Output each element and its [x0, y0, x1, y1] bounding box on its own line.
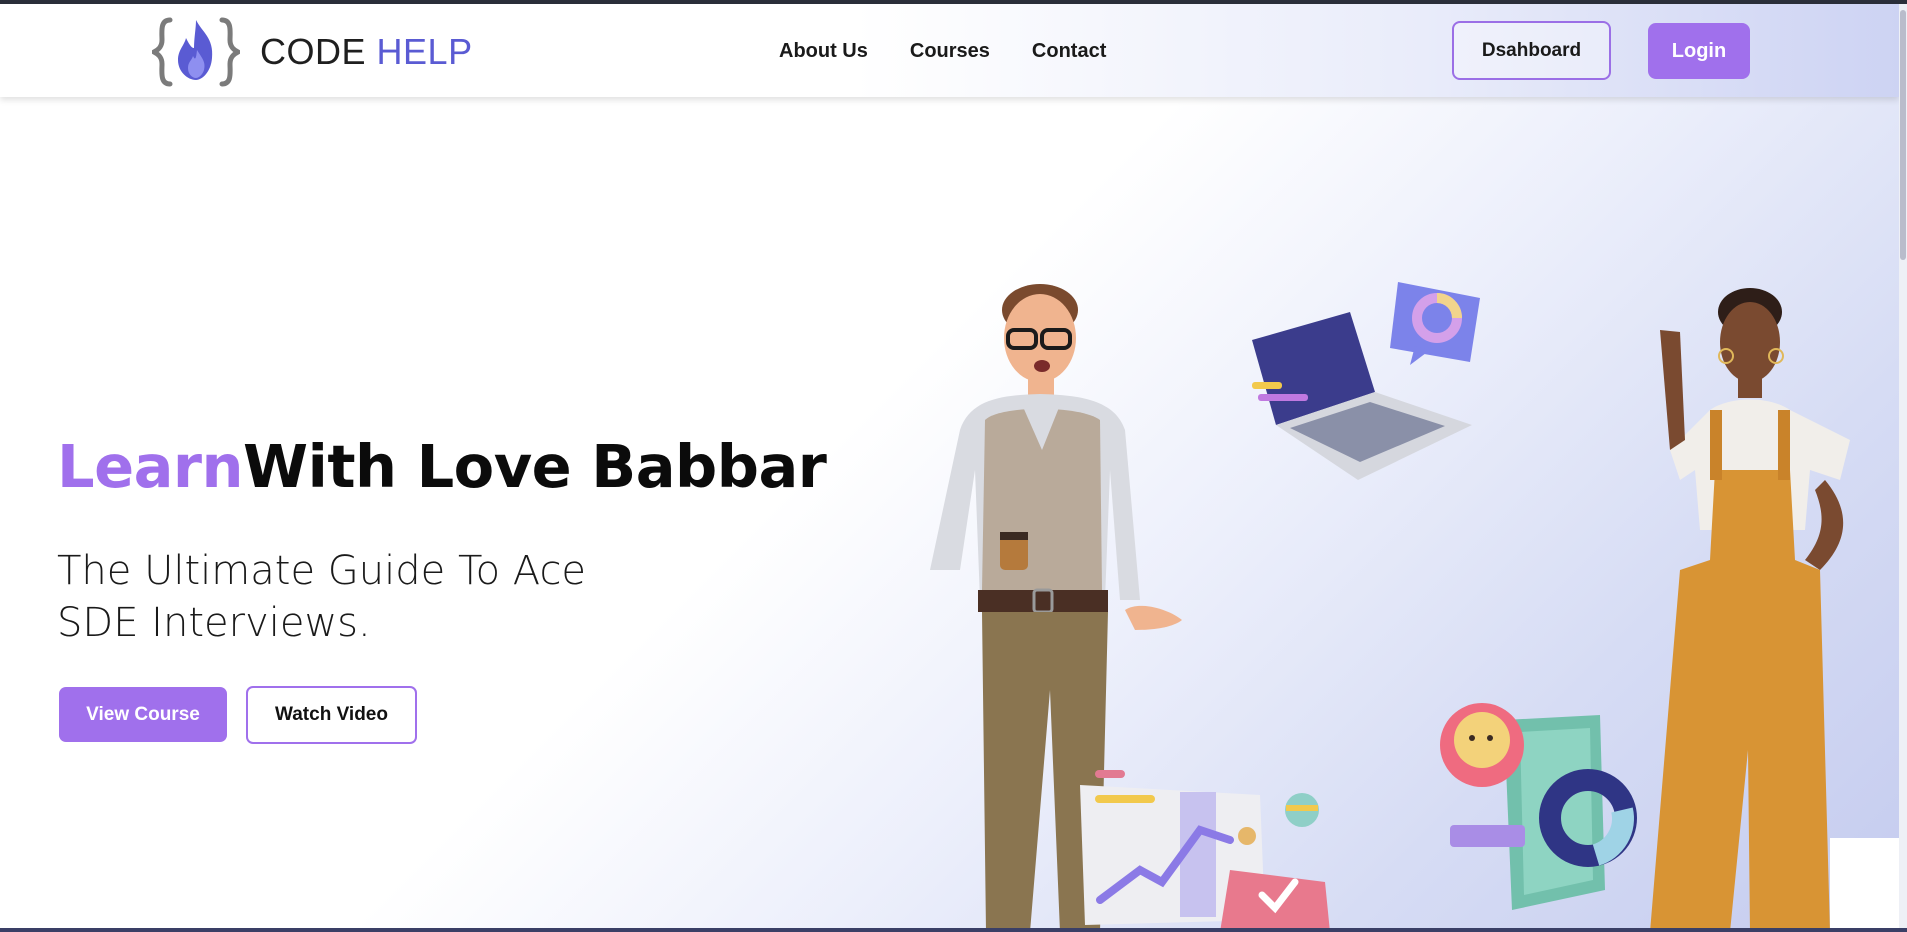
page: CODE HELP About Us Courses Contact Dsahb… [0, 0, 1907, 932]
woman-character-illustration [1650, 288, 1850, 932]
flame-braces-logo-icon [152, 17, 240, 87]
chat-bubble-donut-illustration [1390, 282, 1480, 365]
hero-illustration [930, 282, 1850, 932]
watch-video-button[interactable]: Watch Video [246, 686, 417, 744]
scrollbar-thumb[interactable] [1900, 10, 1906, 260]
hero-subtitle-line-1: The Ultimate Guide To Ace [57, 548, 587, 594]
corner-white-block [1830, 838, 1899, 928]
page-scrollbar[interactable] [1899, 4, 1907, 928]
login-button[interactable]: Login [1648, 23, 1750, 79]
main-nav: About Us Courses Contact [779, 40, 1106, 63]
hero-subtitle: The Ultimate Guide To Ace SDE Interviews… [57, 545, 657, 649]
brand-logo[interactable]: CODE HELP [152, 14, 473, 90]
dashboard-button[interactable]: Dsahboard [1452, 21, 1611, 80]
hero-title: LearnWith Love Babbar [57, 432, 827, 501]
brand-help-text: HELP [376, 31, 473, 72]
nav-courses[interactable]: Courses [910, 40, 990, 63]
chart-board-illustration [1080, 770, 1330, 932]
hero-subtitle-line-2: SDE Interviews. [57, 600, 371, 646]
nav-contact[interactable]: Contact [1032, 40, 1106, 63]
phone-donut-illustration [1440, 703, 1637, 910]
hero-title-accent: Learn [57, 432, 244, 501]
brand-code-text: CODE [260, 31, 367, 72]
brand-wordmark: CODE HELP [260, 31, 473, 73]
view-course-button[interactable]: View Course [59, 687, 227, 742]
nav-about-us[interactable]: About Us [779, 40, 868, 63]
site-header: CODE HELP About Us Courses Contact Dsahb… [0, 4, 1899, 97]
hero-title-rest: With Love Babbar [243, 432, 827, 501]
browser-bottom-strip [0, 928, 1907, 932]
